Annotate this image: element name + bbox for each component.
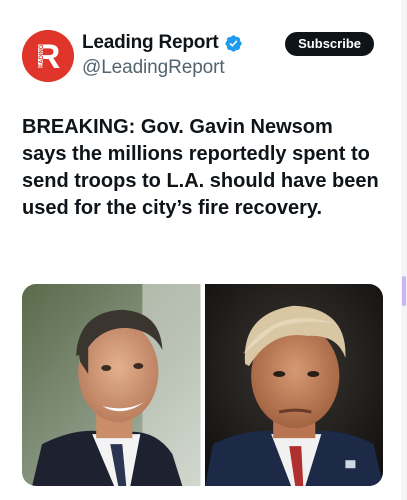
scrollbar-thumb[interactable] bbox=[402, 276, 406, 306]
svg-text:LEADING: LEADING bbox=[39, 44, 45, 71]
tweet-media[interactable] bbox=[22, 284, 383, 486]
portrait-photo-left bbox=[22, 284, 201, 486]
tweet-header: R LEADING Leading Report @LeadingReport … bbox=[22, 30, 382, 82]
portrait-photo-right bbox=[204, 284, 383, 486]
account-handle[interactable]: @LeadingReport bbox=[82, 57, 243, 79]
photo-right[interactable] bbox=[204, 284, 383, 486]
photo-left[interactable] bbox=[22, 284, 201, 486]
avatar[interactable]: R LEADING bbox=[22, 30, 74, 82]
scrollbar-track[interactable] bbox=[401, 0, 407, 500]
display-name[interactable]: Leading Report bbox=[82, 32, 219, 54]
account-names: Leading Report @LeadingReport bbox=[82, 30, 243, 79]
tweet-text: BREAKING: Gov. Gavin Newsom says the mil… bbox=[22, 116, 379, 219]
subscribe-button[interactable]: Subscribe bbox=[285, 32, 374, 56]
verified-badge-icon bbox=[224, 34, 243, 53]
leading-report-logo: R LEADING bbox=[22, 30, 74, 82]
